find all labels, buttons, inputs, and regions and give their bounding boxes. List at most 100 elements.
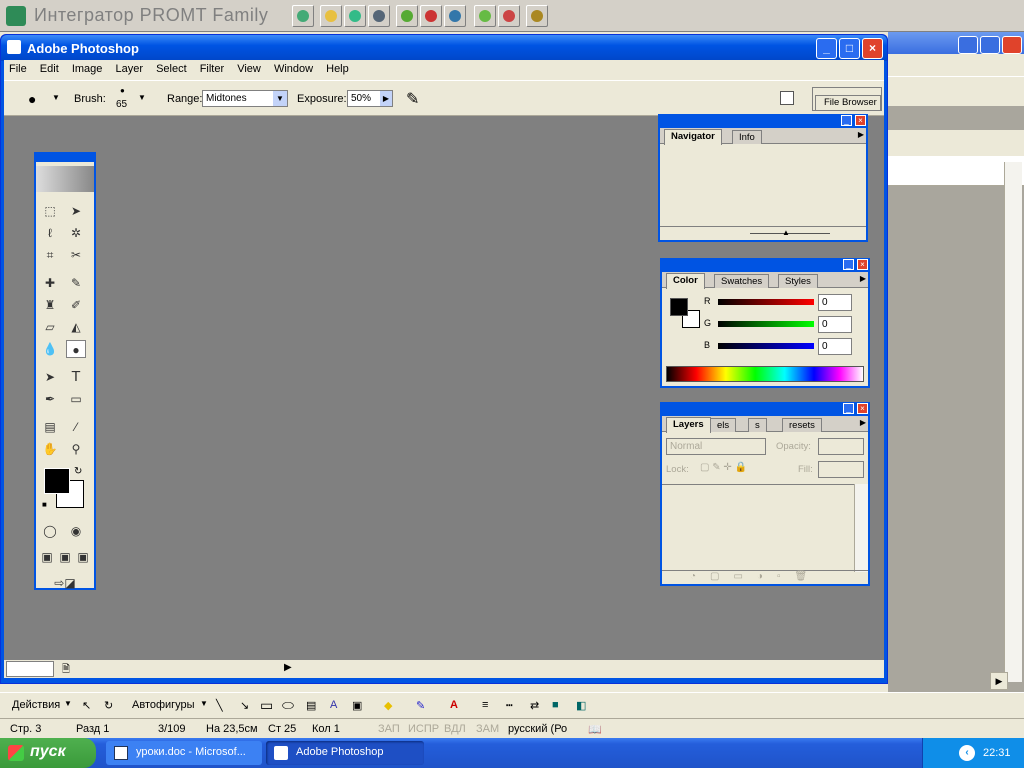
menu-window[interactable]: Window: [269, 60, 318, 78]
settings-icon[interactable]: [526, 5, 548, 27]
layers-list[interactable]: [662, 484, 854, 572]
dictionary-icon[interactable]: [420, 5, 442, 27]
word-hscroll-right-button[interactable]: ▶: [990, 672, 1008, 690]
doc-info-icon[interactable]: 🗎: [62, 662, 70, 679]
taskbar-photoshop-button[interactable]: Adobe Photoshop: [266, 741, 424, 765]
insert-picture-icon[interactable]: ▣: [352, 699, 362, 712]
menu-filter[interactable]: Filter: [195, 60, 229, 78]
layers-bottom-toolbar[interactable]: ◔▢▭◑▫🗑: [662, 570, 868, 584]
rotate-icon[interactable]: ↻: [104, 699, 113, 712]
marquee-tool-icon[interactable]: ⬚: [40, 202, 60, 220]
magic-wand-icon[interactable]: ✲: [66, 224, 86, 242]
maximize-button[interactable]: □: [839, 38, 860, 59]
taskbar-word-button[interactable]: уроки.doc - Microsof...: [106, 741, 262, 765]
shadow-icon[interactable]: ■: [552, 699, 559, 711]
palette-menu-icon[interactable]: ▶: [860, 418, 866, 427]
status-rec[interactable]: ЗАП: [378, 723, 400, 735]
tab-navigator[interactable]: Navigator: [664, 129, 722, 145]
file-browser-tab[interactable]: File Browser: [815, 95, 881, 111]
spelling-status-icon[interactable]: 📖: [588, 723, 602, 736]
move-tool-icon[interactable]: ➤: [66, 202, 86, 220]
menu-layer[interactable]: Layer: [110, 60, 148, 78]
filter-icon[interactable]: [396, 5, 418, 27]
jump-to-imageready-icon[interactable]: ⇨◪: [40, 574, 90, 592]
layers-scrollbar[interactable]: [854, 484, 868, 572]
arrow-style-icon[interactable]: ⇄: [530, 699, 539, 712]
translate-icon[interactable]: [292, 5, 314, 27]
palette-well-icon[interactable]: [780, 91, 794, 105]
actions-menu[interactable]: Действия: [12, 699, 60, 711]
eyedropper-icon[interactable]: ⁄: [66, 418, 86, 436]
palette-menu-icon[interactable]: ▶: [860, 274, 866, 283]
palette-minimize-button[interactable]: _: [843, 259, 854, 270]
start-button[interactable]: пуск: [0, 738, 96, 768]
word-vertical-scrollbar[interactable]: [1004, 162, 1022, 682]
blend-mode-select[interactable]: Normal: [666, 438, 766, 455]
3d-icon[interactable]: ◧: [576, 699, 586, 712]
pen-tool-icon[interactable]: ✒: [40, 390, 60, 408]
tab-channels[interactable]: els: [710, 418, 737, 432]
globe-icon[interactable]: [344, 5, 366, 27]
slider-g[interactable]: [718, 321, 814, 327]
lock-icons[interactable]: ▢ ✎ ✛ 🔒: [700, 462, 747, 473]
brush-preview-icon[interactable]: ●: [120, 86, 125, 95]
word-restore-button[interactable]: [980, 36, 1000, 54]
menu-image[interactable]: Image: [67, 60, 108, 78]
tab-layers[interactable]: Layers: [666, 417, 711, 433]
rectangle-tool-icon[interactable]: ▭: [66, 390, 86, 408]
slice-tool-icon[interactable]: ✂: [66, 246, 86, 264]
word-close-button[interactable]: [1002, 36, 1022, 54]
select-objects-icon[interactable]: ↖: [82, 699, 91, 712]
input-g[interactable]: 0: [818, 316, 852, 333]
airbrush-icon[interactable]: ✎: [406, 89, 419, 109]
rectangle-icon[interactable]: ▭: [260, 697, 273, 714]
eraser-tool-icon[interactable]: ▱: [40, 318, 60, 336]
default-colors-icon[interactable]: ■: [42, 500, 47, 509]
line-color-icon[interactable]: ✎: [416, 699, 425, 712]
internet-icon[interactable]: [444, 5, 466, 27]
healing-brush-icon[interactable]: ✚: [40, 274, 60, 292]
palette-menu-icon[interactable]: ▶: [858, 130, 864, 139]
palette-minimize-button[interactable]: _: [843, 403, 854, 414]
quick-mask-icon[interactable]: ◉: [66, 522, 86, 540]
promt-logo-icon[interactable]: [6, 6, 26, 26]
range-select[interactable]: Midtones ▼: [202, 90, 288, 107]
open-folder-icon[interactable]: [320, 5, 342, 27]
hand-tool-icon[interactable]: ✋: [40, 440, 60, 458]
palette-close-button[interactable]: ×: [857, 403, 868, 414]
textbox-icon[interactable]: ▤: [306, 699, 316, 712]
status-trk[interactable]: ИСПР: [408, 723, 439, 735]
tray-expand-icon[interactable]: ‹: [959, 745, 975, 761]
palette-close-button[interactable]: ×: [855, 115, 866, 126]
menu-file[interactable]: File: [4, 60, 32, 78]
arrow-icon[interactable]: ↘: [240, 699, 249, 712]
status-arrow-icon[interactable]: ▶: [284, 662, 292, 673]
close-button[interactable]: ×: [862, 38, 883, 59]
notes-tool-icon[interactable]: ▤: [40, 418, 60, 436]
line-style-icon[interactable]: ≡: [482, 699, 488, 711]
burn-tool-icon[interactable]: ●: [66, 340, 86, 358]
autoshapes-menu[interactable]: Автофигуры: [132, 699, 195, 711]
book-icon[interactable]: [498, 5, 520, 27]
chevron-down-icon[interactable]: ▼: [200, 699, 208, 708]
word-minimize-button[interactable]: [958, 36, 978, 54]
mail-icon[interactable]: [474, 5, 496, 27]
menu-help[interactable]: Help: [321, 60, 354, 78]
blur-tool-icon[interactable]: 💧: [40, 340, 60, 358]
web-search-icon[interactable]: [368, 5, 390, 27]
chevron-right-icon[interactable]: ▶: [380, 91, 392, 106]
path-selection-icon[interactable]: ➤: [40, 368, 60, 386]
chevron-down-icon[interactable]: ▼: [273, 91, 287, 106]
tab-styles[interactable]: Styles: [778, 274, 818, 288]
dash-style-icon[interactable]: ┅: [506, 699, 513, 712]
color-ramp[interactable]: [666, 366, 864, 382]
line-icon[interactable]: ╲: [216, 699, 223, 712]
tab-info[interactable]: Info: [732, 130, 762, 144]
status-ovr[interactable]: ЗАМ: [476, 723, 499, 735]
paint-bucket-icon[interactable]: ◭: [66, 318, 86, 336]
minimize-button[interactable]: _: [816, 38, 837, 59]
screen-mode-full-menu-icon[interactable]: ▣: [56, 548, 74, 566]
swap-colors-icon[interactable]: ↻: [74, 466, 82, 477]
palette-close-button[interactable]: ×: [857, 259, 868, 270]
status-ext[interactable]: ВДЛ: [444, 723, 466, 735]
